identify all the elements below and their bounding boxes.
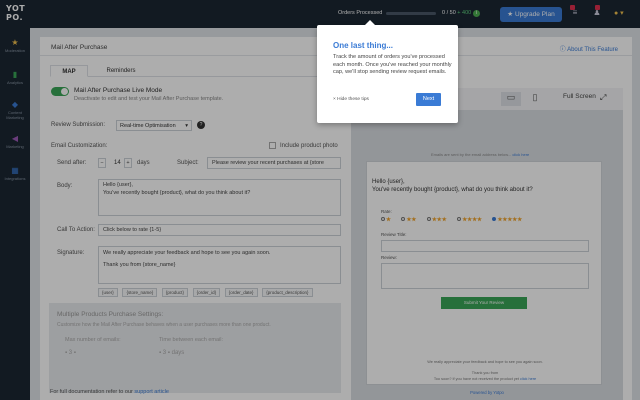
close-icon: × [333, 97, 336, 102]
next-button[interactable]: Next [416, 93, 441, 106]
tooltip-body: Track the amount of orders you've proces… [333, 54, 452, 76]
onboarding-tooltip: One last thing... Track the amount of or… [317, 20, 458, 123]
hide-tips-label: Hide these tips [337, 97, 369, 102]
tooltip-title: One last thing... [333, 41, 394, 50]
hide-tips-link[interactable]: × Hide these tips [333, 97, 369, 102]
